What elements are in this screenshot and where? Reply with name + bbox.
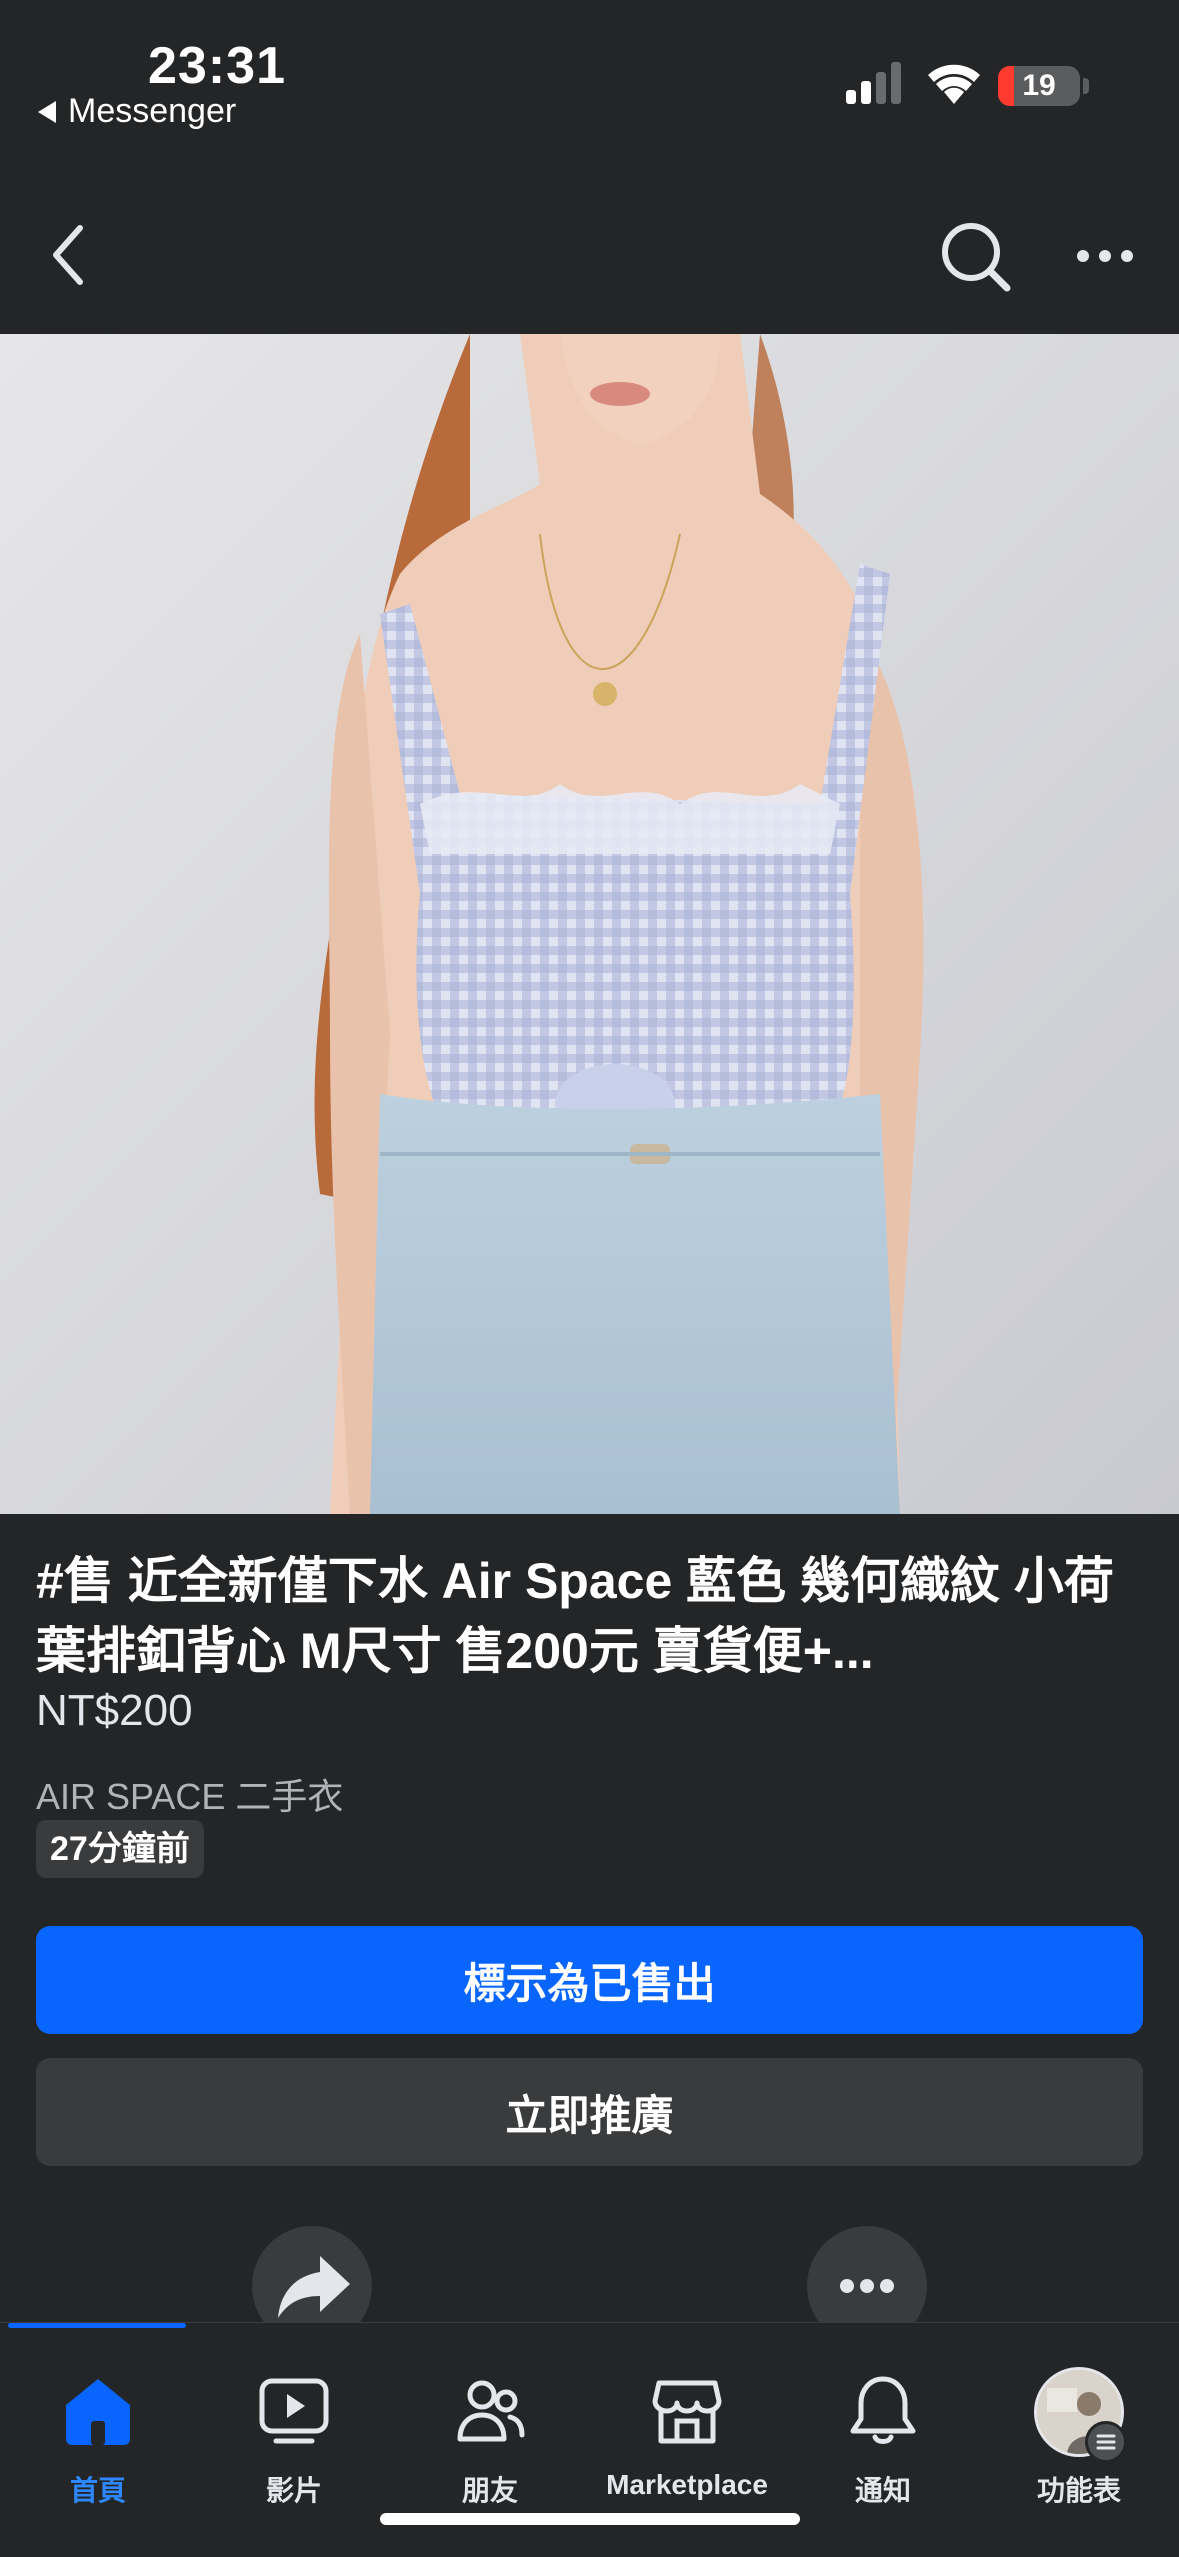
mark-as-sold-button[interactable]: 標示為已售出 <box>36 1926 1143 2034</box>
back-app-label: Messenger <box>68 92 237 130</box>
tab-marketplace[interactable]: Marketplace <box>589 2345 785 2500</box>
active-tab-indicator <box>8 2323 186 2328</box>
more-horizontal-icon[interactable] <box>1075 236 1135 276</box>
listing-title: #售 近全新僅下水 Air Space 藍色 幾何織紋 小荷葉排釦背心 M尺寸 … <box>36 1553 1114 1679</box>
listing-price: NT$200 <box>36 1686 193 1735</box>
battery-level-text: 19 <box>1022 69 1056 102</box>
friends-icon <box>457 2380 525 2442</box>
tab-friends-label: 朋友 <box>461 2475 518 2506</box>
listing-photo-illustration <box>0 334 1179 1514</box>
status-time: 23:31 <box>148 37 286 95</box>
chevron-left-icon[interactable] <box>40 220 100 290</box>
back-to-messenger-link[interactable]: Messenger <box>38 92 236 131</box>
menu-badge-icon <box>1085 2421 1127 2463</box>
seller-name[interactable]: AIR SPACE 二手衣 <box>36 1768 343 1820</box>
status-bar: 23:31 Messenger 19 <box>0 0 1179 150</box>
tab-marketplace-label: Marketplace <box>606 2469 768 2500</box>
tab-video[interactable]: 影片 <box>196 2345 392 2506</box>
video-icon <box>259 2378 329 2444</box>
search-icon[interactable] <box>935 216 1015 296</box>
hamburger-icon <box>1096 2434 1116 2450</box>
tab-friends[interactable]: 朋友 <box>392 2345 588 2506</box>
home-icon <box>66 2379 130 2445</box>
wifi-icon <box>928 64 980 104</box>
home-indicator <box>380 2513 800 2525</box>
tab-menu-label: 功能表 <box>1036 2475 1121 2506</box>
tab-notifications[interactable]: 通知 <box>785 2345 981 2506</box>
marketplace-icon <box>652 2380 722 2444</box>
back-triangle-icon <box>38 100 56 123</box>
nav-bar <box>0 150 1179 335</box>
tab-home[interactable]: 首頁 <box>0 2345 196 2506</box>
tab-menu[interactable]: 功能表 <box>981 2345 1177 2506</box>
battery-nub <box>1083 78 1089 94</box>
posted-time-badge: 27分鐘前 <box>36 1820 204 1878</box>
listing-photo[interactable] <box>0 334 1179 1514</box>
tab-video-label: 影片 <box>265 2475 322 2506</box>
cellular-signal-icon <box>846 62 901 104</box>
boost-now-button[interactable]: 立即推廣 <box>36 2058 1143 2166</box>
tab-notifications-label: 通知 <box>854 2475 911 2506</box>
tab-home-label: 首頁 <box>69 2475 126 2506</box>
battery-indicator: 19 <box>998 66 1080 106</box>
bell-icon <box>850 2376 916 2444</box>
